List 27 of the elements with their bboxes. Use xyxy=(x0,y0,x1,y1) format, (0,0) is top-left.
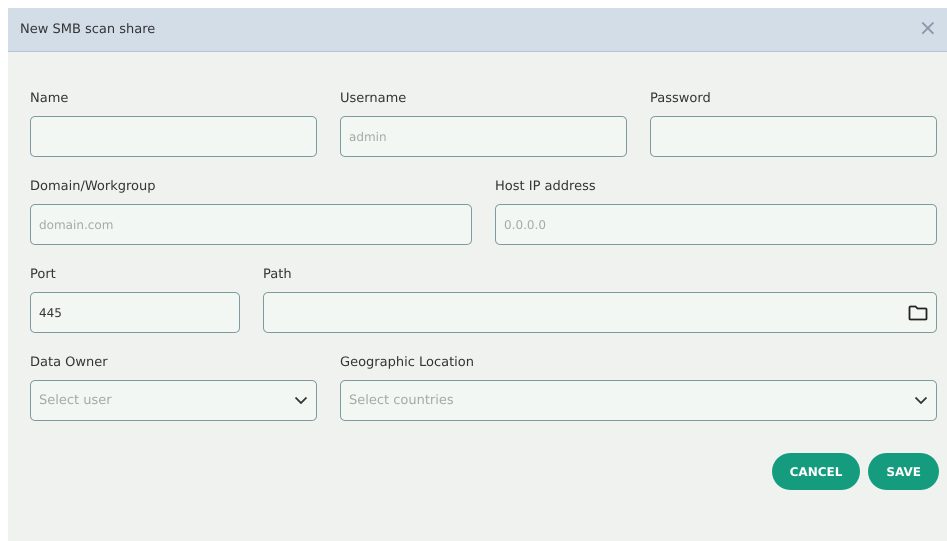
input-field[interactable]: admin xyxy=(340,116,627,157)
dialog-title: New SMB scan share xyxy=(20,20,156,39)
select-placeholder: Select countries xyxy=(349,392,454,410)
cancel-button[interactable]: CANCEL xyxy=(772,453,860,490)
select-field[interactable]: Select user xyxy=(30,380,318,421)
field-label: Data Owner xyxy=(30,354,109,372)
field-label: Domain/Workgroup xyxy=(30,178,156,196)
input-field[interactable] xyxy=(30,116,317,157)
input-field[interactable]: 445 xyxy=(30,292,240,333)
field-label: Name xyxy=(30,90,70,108)
field-label: Host IP address xyxy=(495,178,597,196)
field-label: Username xyxy=(340,90,408,108)
password-field[interactable] xyxy=(650,116,937,157)
chevron-down-icon xyxy=(294,396,308,405)
field-label: Geographic Location xyxy=(340,354,475,372)
save-button[interactable]: SAVE xyxy=(868,453,939,490)
select-placeholder: Select user xyxy=(39,392,112,410)
input-field[interactable]: 0.0.0.0 xyxy=(495,204,937,245)
close-button[interactable]: × xyxy=(918,18,937,42)
field-label: Password xyxy=(650,90,712,108)
folder-icon[interactable] xyxy=(908,304,928,320)
chevron-down-icon xyxy=(914,396,928,405)
field-label: Port xyxy=(30,266,57,284)
select-field[interactable]: Select countries xyxy=(340,380,937,421)
input-field[interactable]: domain.com xyxy=(30,204,472,245)
field-label: Path xyxy=(263,266,293,284)
path-field[interactable] xyxy=(263,292,937,333)
